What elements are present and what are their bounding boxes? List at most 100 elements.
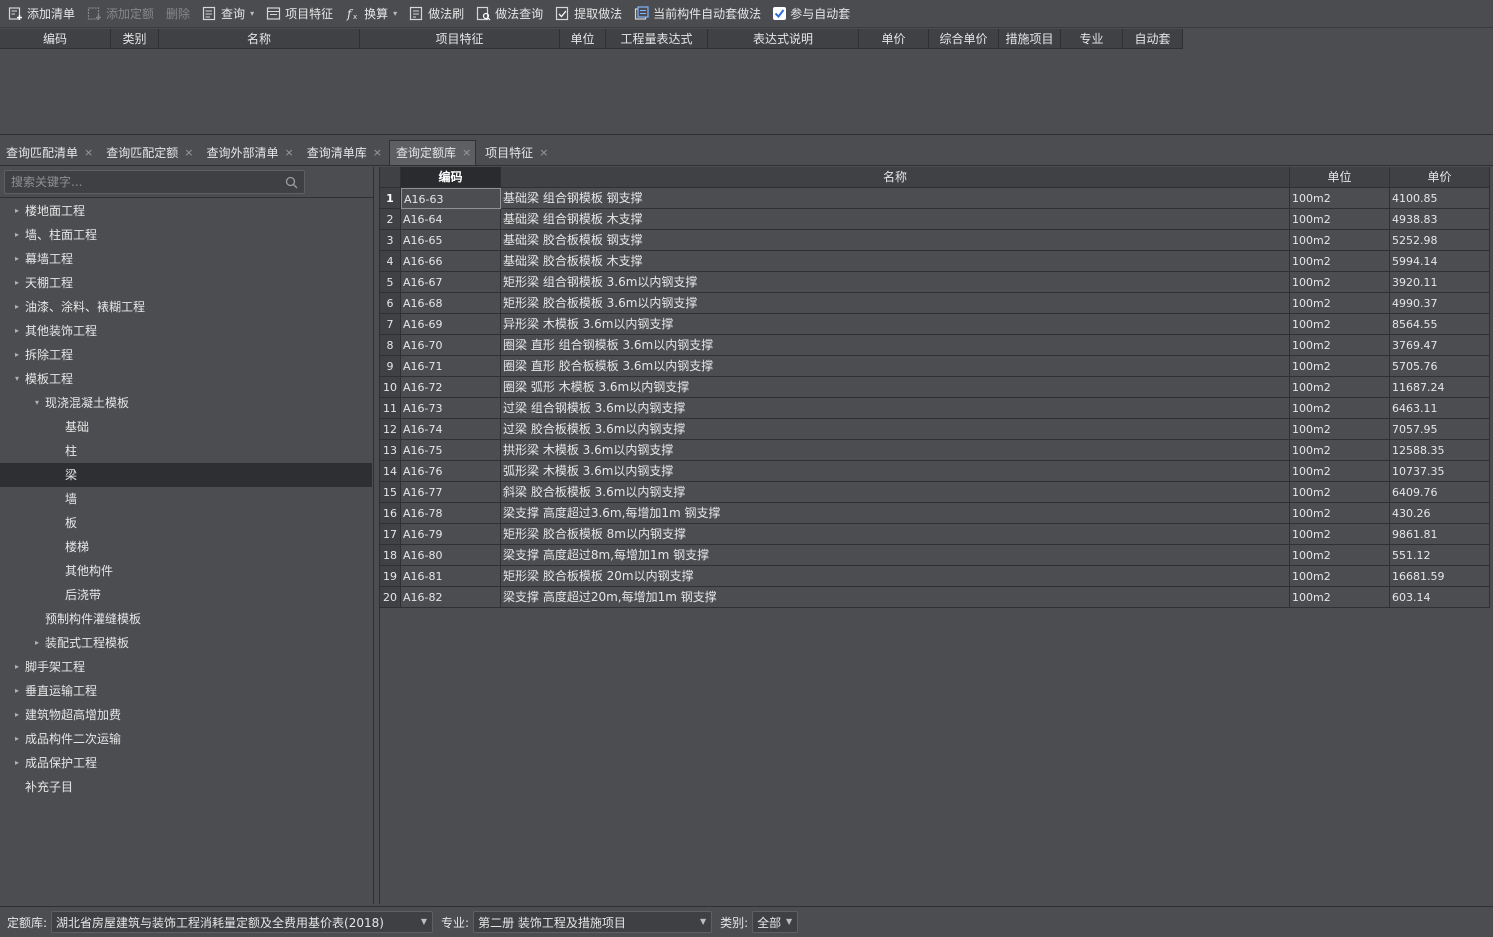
search-icon[interactable] <box>285 176 298 189</box>
caret-right-icon[interactable]: ▸ <box>15 295 19 319</box>
major-select[interactable]: 第二册 装饰工程及措施项目 ▼ <box>473 911 713 933</box>
bill-column-header[interactable]: 工程量表达式 <box>606 29 708 49</box>
grid-cell-unit[interactable]: 100m2 <box>1290 524 1390 545</box>
tab-1[interactable]: 查询匹配定额 × <box>100 141 197 165</box>
grid-cell-price[interactable]: 6463.11 <box>1390 398 1490 419</box>
caret-right-icon[interactable]: ▸ <box>15 703 19 727</box>
chevron-down-icon[interactable]: ▾ <box>393 9 397 18</box>
grid-cell-price[interactable]: 3769.47 <box>1390 335 1490 356</box>
grid-cell-code[interactable]: A16-63 <box>401 188 501 209</box>
grid-cell-unit[interactable]: 100m2 <box>1290 461 1390 482</box>
tree-item[interactable]: ▸ 幕墙工程 <box>0 247 372 271</box>
table-row[interactable]: 13 A16-75 拱形梁 木模板 3.6m以内钢支撑 100m2 12588.35 <box>380 440 1493 461</box>
grid-cell-price[interactable]: 5705.76 <box>1390 356 1490 377</box>
grid-cell-unit[interactable]: 100m2 <box>1290 566 1390 587</box>
grid-cell-price[interactable]: 8564.55 <box>1390 314 1490 335</box>
caret-down-icon[interactable]: ▾ <box>15 367 19 391</box>
caret-right-icon[interactable]: ▸ <box>15 271 19 295</box>
caret-right-icon[interactable]: ▸ <box>15 199 19 223</box>
grid-column-header[interactable]: 单位 <box>1290 167 1390 188</box>
bill-column-header[interactable]: 名称 <box>159 29 360 49</box>
table-row[interactable]: 3 A16-65 基础梁 胶合板模板 钢支撑 100m2 5252.98 <box>380 230 1493 251</box>
close-icon[interactable]: × <box>184 141 193 165</box>
table-row[interactable]: 18 A16-80 梁支撑 高度超过8m,每增加1m 钢支撑 100m2 551.12 <box>380 545 1493 566</box>
grid-cell-unit[interactable]: 100m2 <box>1290 587 1390 608</box>
toolbar-button-2[interactable]: 删除 <box>162 3 194 25</box>
grid-cell-unit[interactable]: 100m2 <box>1290 314 1390 335</box>
grid-cell-name[interactable]: 弧形梁 木模板 3.6m以内钢支撑 <box>501 461 1290 482</box>
toolbar-button-7[interactable]: 做法查询 <box>472 3 547 25</box>
bill-column-header[interactable]: 编码 <box>0 29 111 49</box>
tree-item[interactable]: 柱 <box>0 439 372 463</box>
grid-cell-name[interactable]: 矩形梁 组合钢模板 3.6m以内钢支撑 <box>501 272 1290 293</box>
grid-cell-name[interactable]: 矩形梁 胶合板模板 8m以内钢支撑 <box>501 524 1290 545</box>
toolbar-button-1[interactable]: 添加定额 <box>83 3 158 25</box>
grid-cell-unit[interactable]: 100m2 <box>1290 272 1390 293</box>
caret-right-icon[interactable]: ▸ <box>15 751 19 775</box>
close-icon[interactable]: × <box>539 141 548 165</box>
close-icon[interactable]: × <box>84 141 93 165</box>
close-icon[interactable]: × <box>462 141 471 165</box>
grid-cell-code[interactable]: A16-68 <box>401 293 501 314</box>
grid-cell-unit[interactable]: 100m2 <box>1290 377 1390 398</box>
tree-item[interactable]: 补充子目 <box>0 775 372 799</box>
grid-cell-price[interactable]: 3920.11 <box>1390 272 1490 293</box>
type-select[interactable]: 全部 ▼ <box>752 911 799 933</box>
tab-3[interactable]: 查询清单库 × <box>301 141 386 165</box>
grid-cell-unit[interactable]: 100m2 <box>1290 419 1390 440</box>
bill-column-header[interactable]: 表达式说明 <box>708 29 859 49</box>
grid-cell-code[interactable]: A16-64 <box>401 209 501 230</box>
tree-item[interactable]: ▸ 油漆、涂料、裱糊工程 <box>0 295 372 319</box>
grid-cell-price[interactable]: 4990.37 <box>1390 293 1490 314</box>
grid-cell-unit[interactable]: 100m2 <box>1290 188 1390 209</box>
grid-cell-unit[interactable]: 100m2 <box>1290 356 1390 377</box>
table-row[interactable]: 14 A16-76 弧形梁 木模板 3.6m以内钢支撑 100m2 10737.35 <box>380 461 1493 482</box>
grid-cell-code[interactable]: A16-81 <box>401 566 501 587</box>
grid-cell-price[interactable]: 5252.98 <box>1390 230 1490 251</box>
grid-cell-name[interactable]: 圈梁 弧形 木模板 3.6m以内钢支撑 <box>501 377 1290 398</box>
grid-cell-price[interactable]: 12588.35 <box>1390 440 1490 461</box>
tree-item[interactable]: ▸ 其他装饰工程 <box>0 319 372 343</box>
tree-item[interactable]: ▸ 楼地面工程 <box>0 199 372 223</box>
toolbar-button-3[interactable]: 查询 ▾ <box>198 3 258 25</box>
grid-cell-code[interactable]: A16-77 <box>401 482 501 503</box>
grid-cell-code[interactable]: A16-65 <box>401 230 501 251</box>
grid-cell-code[interactable]: A16-72 <box>401 377 501 398</box>
table-row[interactable]: 15 A16-77 斜梁 胶合板模板 3.6m以内钢支撑 100m2 6409.76 <box>380 482 1493 503</box>
caret-right-icon[interactable]: ▸ <box>35 631 39 655</box>
tab-0[interactable]: 查询匹配清单 × <box>0 141 97 165</box>
table-row[interactable]: 1 A16-63 基础梁 组合钢模板 钢支撑 100m2 4100.85 <box>380 188 1493 209</box>
grid-cell-name[interactable]: 梁支撑 高度超过3.6m,每增加1m 钢支撑 <box>501 503 1290 524</box>
grid-cell-name[interactable]: 圈梁 直形 胶合板模板 3.6m以内钢支撑 <box>501 356 1290 377</box>
grid-cell-unit[interactable]: 100m2 <box>1290 209 1390 230</box>
grid-cell-code[interactable]: A16-70 <box>401 335 501 356</box>
tree-item[interactable]: 预制构件灌缝模板 <box>0 607 372 631</box>
grid-cell-name[interactable]: 圈梁 直形 组合钢模板 3.6m以内钢支撑 <box>501 335 1290 356</box>
grid-cell-code[interactable]: A16-66 <box>401 251 501 272</box>
table-row[interactable]: 16 A16-78 梁支撑 高度超过3.6m,每增加1m 钢支撑 100m2 430.2… <box>380 503 1493 524</box>
caret-right-icon[interactable]: ▸ <box>15 319 19 343</box>
tree-item[interactable]: 后浇带 <box>0 583 372 607</box>
grid-cell-name[interactable]: 矩形梁 胶合板模板 20m以内钢支撑 <box>501 566 1290 587</box>
grid-cell-price[interactable]: 603.14 <box>1390 587 1490 608</box>
grid-cell-unit[interactable]: 100m2 <box>1290 398 1390 419</box>
bill-column-header[interactable]: 综合单价 <box>929 29 999 49</box>
quota-lib-select[interactable]: 湖北省房屋建筑与装饰工程消耗量定额及全费用基价表(2018) ▼ <box>51 911 434 933</box>
tree-item[interactable]: 墙 <box>0 487 372 511</box>
grid-cell-name[interactable]: 拱形梁 木模板 3.6m以内钢支撑 <box>501 440 1290 461</box>
grid-cell-price[interactable]: 4938.83 <box>1390 209 1490 230</box>
tree-item[interactable]: 板 <box>0 511 372 535</box>
table-row[interactable]: 7 A16-69 异形梁 木模板 3.6m以内钢支撑 100m2 8564.55 <box>380 314 1493 335</box>
toolbar-button-4[interactable]: 项目特征 <box>262 3 337 25</box>
grid-cell-price[interactable]: 6409.76 <box>1390 482 1490 503</box>
grid-cell-name[interactable]: 基础梁 组合钢模板 木支撑 <box>501 209 1290 230</box>
grid-column-header[interactable]: 单价 <box>1390 167 1490 188</box>
grid-cell-unit[interactable]: 100m2 <box>1290 440 1390 461</box>
grid-cell-price[interactable]: 9861.81 <box>1390 524 1490 545</box>
tree-item[interactable]: ▸ 天棚工程 <box>0 271 372 295</box>
grid-cell-price[interactable]: 10737.35 <box>1390 461 1490 482</box>
grid-cell-name[interactable]: 梁支撑 高度超过20m,每增加1m 钢支撑 <box>501 587 1290 608</box>
toolbar-button-8[interactable]: 提取做法 <box>551 3 626 25</box>
auto-apply-checkbox[interactable]: 参与自动套 <box>769 3 854 25</box>
toolbar-button-6[interactable]: 做法刷 <box>405 3 468 25</box>
